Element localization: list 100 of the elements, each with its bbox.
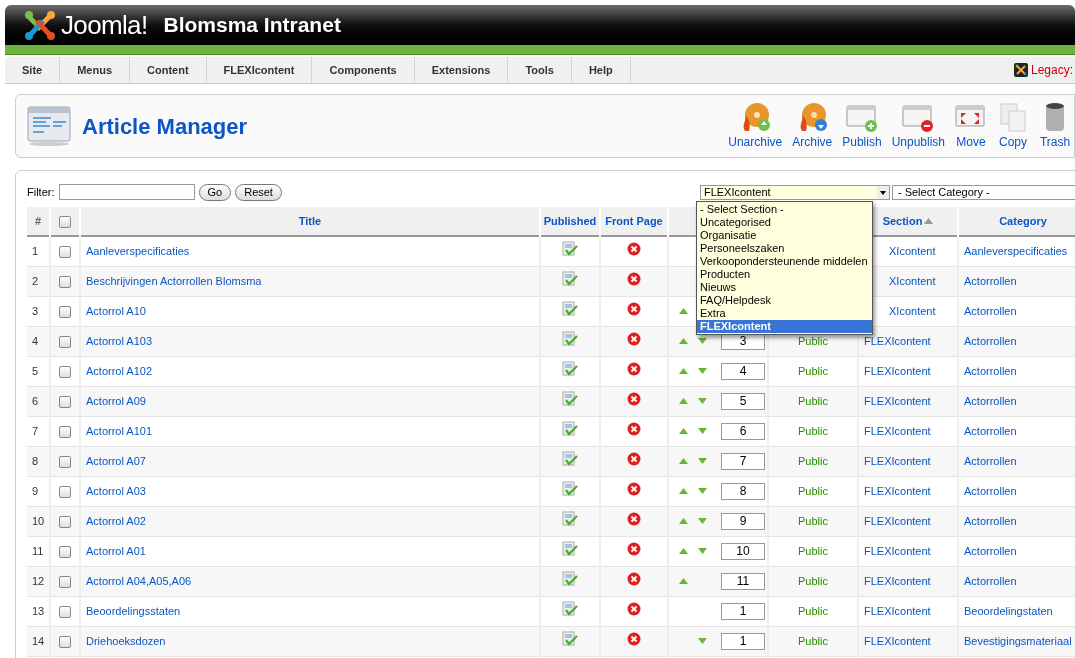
cell-link[interactable]: FLEXIcontent <box>864 394 931 407</box>
filter-button[interactable]: Go <box>198 183 232 201</box>
toolbar-button[interactable]: Move <box>952 103 990 151</box>
dropdown-option[interactable]: Nieuws <box>697 281 872 294</box>
row-checkbox[interactable] <box>59 545 71 558</box>
menu-item[interactable]: Extensions <box>414 57 509 83</box>
dropdown-option[interactable]: Verkoopondersteunende middelen <box>697 255 872 268</box>
column-header-link[interactable]: Section <box>882 212 923 230</box>
cell-link[interactable]: FLEXIcontent <box>864 484 931 497</box>
menu-item[interactable]: Tools <box>508 57 572 83</box>
cell-link[interactable]: FLEXIcontent <box>864 514 931 527</box>
move-down-icon[interactable] <box>698 548 707 554</box>
row-checkbox[interactable] <box>59 275 71 288</box>
access-level-link[interactable]: Public <box>798 604 828 617</box>
published-check-icon[interactable] <box>562 540 578 557</box>
article-title-link[interactable]: Actorrol A101 <box>86 424 153 437</box>
row-checkbox[interactable] <box>59 395 71 408</box>
row-checkbox[interactable] <box>59 635 71 648</box>
cell-link[interactable]: FLEXIcontent <box>864 424 931 437</box>
access-level-link[interactable]: Public <box>798 454 828 467</box>
not-featured-x-icon[interactable] <box>627 301 641 316</box>
published-check-icon[interactable] <box>562 360 578 377</box>
menu-item[interactable]: FLEXIcontent <box>206 57 313 83</box>
not-featured-x-icon[interactable] <box>627 481 641 496</box>
order-field[interactable]: 11 <box>721 572 765 590</box>
move-up-icon[interactable] <box>679 518 688 524</box>
not-featured-x-icon[interactable] <box>627 451 641 466</box>
cell-link[interactable]: Bevestigingsmateriaal <box>964 634 1072 647</box>
cell-link[interactable]: Actorrollen <box>964 454 1017 467</box>
article-title-link[interactable]: Aanleverspecificaties <box>86 245 190 257</box>
move-up-icon[interactable] <box>679 428 688 434</box>
cell-link[interactable]: Actorrollen <box>964 304 1017 317</box>
published-check-icon[interactable] <box>562 600 578 617</box>
not-featured-x-icon[interactable] <box>627 541 641 556</box>
not-featured-x-icon[interactable] <box>627 421 641 436</box>
cell-link[interactable]: Actorrollen <box>964 424 1017 437</box>
move-down-icon[interactable] <box>698 518 707 524</box>
row-checkbox[interactable] <box>59 335 71 348</box>
cell-link[interactable]: Actorrollen <box>964 544 1017 557</box>
order-field[interactable]: 9 <box>721 512 765 530</box>
move-down-icon[interactable] <box>698 398 707 404</box>
dropdown-option[interactable]: Uncategorised <box>697 216 872 229</box>
access-level-link[interactable]: Public <box>798 394 828 407</box>
published-check-icon[interactable] <box>562 420 578 437</box>
move-down-icon[interactable] <box>698 428 707 434</box>
published-check-icon[interactable] <box>562 480 578 497</box>
order-field[interactable]: 4 <box>721 362 765 380</box>
published-check-icon[interactable] <box>562 241 578 257</box>
menu-item[interactable]: Components <box>312 57 415 83</box>
move-up-icon[interactable] <box>679 338 688 344</box>
published-check-icon[interactable] <box>562 330 578 347</box>
move-down-icon[interactable] <box>698 338 707 344</box>
row-checkbox[interactable] <box>59 515 71 528</box>
dropdown-option[interactable]: Organisatie <box>697 229 872 242</box>
published-check-icon[interactable] <box>562 630 578 647</box>
published-check-icon[interactable] <box>562 390 578 407</box>
article-title-link[interactable]: Actorrol A03 <box>86 484 146 497</box>
column-header-link[interactable]: Title <box>298 212 322 230</box>
row-checkbox[interactable] <box>59 575 71 588</box>
not-featured-x-icon[interactable] <box>627 242 641 256</box>
cell-link[interactable]: FLEXIcontent <box>864 544 931 557</box>
cell-link[interactable]: FLEXIcontent <box>864 454 931 467</box>
move-up-icon[interactable] <box>679 548 688 554</box>
dropdown-option[interactable]: Producten <box>697 268 872 281</box>
cell-link[interactable]: FLEXIcontent <box>864 574 931 587</box>
row-checkbox[interactable] <box>59 605 71 618</box>
cell-link[interactable]: Actorrollen <box>964 274 1017 287</box>
row-checkbox[interactable] <box>59 215 71 228</box>
article-title-link[interactable]: Actorrol A102 <box>86 364 153 377</box>
toolbar-button[interactable]: Publish <box>839 103 885 151</box>
row-checkbox[interactable] <box>59 365 71 378</box>
published-check-icon[interactable] <box>562 270 578 287</box>
not-featured-x-icon[interactable] <box>627 391 641 406</box>
published-check-icon[interactable] <box>562 300 578 317</box>
not-featured-x-icon[interactable] <box>627 511 641 526</box>
toolbar-button[interactable]: Unarchive <box>725 101 786 151</box>
order-field[interactable]: 7 <box>721 452 765 470</box>
move-up-icon[interactable] <box>679 488 688 494</box>
access-level-link[interactable]: Public <box>798 634 828 647</box>
cell-link[interactable]: XIcontent <box>889 274 936 287</box>
not-featured-x-icon[interactable] <box>627 271 641 286</box>
move-down-icon[interactable] <box>698 458 707 464</box>
order-field[interactable]: 10 <box>721 542 765 560</box>
article-title-link[interactable]: Actorrol A103 <box>86 334 153 347</box>
category-select[interactable]: - Select Category - <box>891 184 1075 200</box>
move-up-icon[interactable] <box>679 398 688 404</box>
order-field[interactable]: 1 <box>721 632 765 650</box>
cell-link[interactable]: FLEXIcontent <box>864 334 931 347</box>
access-level-link[interactable]: Public <box>798 334 828 347</box>
move-down-icon[interactable] <box>698 368 707 374</box>
row-checkbox[interactable] <box>59 485 71 498</box>
column-header-link[interactable]: Published <box>543 212 597 230</box>
access-level-link[interactable]: Public <box>798 574 828 587</box>
move-up-icon[interactable] <box>679 578 688 584</box>
article-title-link[interactable]: Actorrol A02 <box>86 514 146 527</box>
access-level-link[interactable]: Public <box>798 364 828 377</box>
article-title-link[interactable]: Actorrol A07 <box>86 454 146 467</box>
menu-item[interactable]: Site <box>5 57 61 83</box>
cell-link[interactable]: XIcontent <box>889 304 936 317</box>
filter-button[interactable]: Reset <box>235 183 282 201</box>
